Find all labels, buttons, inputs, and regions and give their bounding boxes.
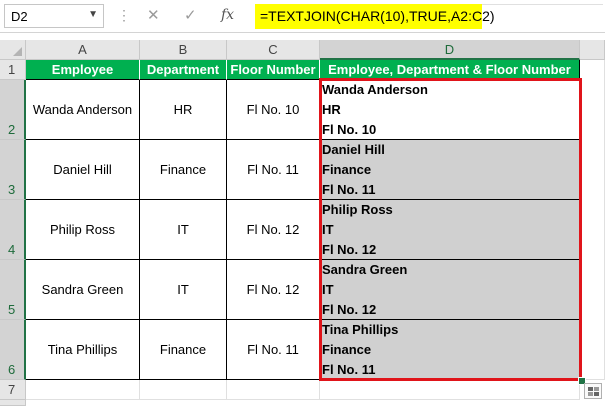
row-header-5[interactable]: 5 [0, 260, 26, 320]
cell-floor[interactable]: Fl No. 11 [227, 320, 320, 380]
header-floor-number[interactable]: Floor Number [227, 60, 320, 80]
combined-line: IT [322, 282, 334, 297]
row-number: 1 [8, 62, 16, 77]
row-header-7[interactable]: 7 [0, 380, 26, 400]
combined-line: Finance [322, 342, 372, 357]
formula-bar: D2 ▼ ⋮ ✕ ✓ fx =TEXTJOIN(CHAR(10),TRUE,A2… [0, 0, 605, 33]
cell-department[interactable]: HR [140, 80, 227, 140]
row-header-8[interactable] [0, 400, 26, 406]
combined-line: Tina Phillips [322, 322, 399, 337]
cell-department[interactable]: IT [140, 260, 227, 320]
cell-employee[interactable]: Wanda Anderson [26, 80, 140, 140]
cell-department[interactable]: Finance [140, 320, 227, 380]
row-header-2[interactable]: 2 [0, 80, 26, 140]
combined-line: IT [322, 222, 334, 237]
combined-line: Fl No. 11 [322, 362, 376, 377]
enter-icon[interactable]: ✓ [184, 6, 197, 24]
row-number: 6 [8, 362, 16, 377]
empty-cell[interactable] [320, 380, 580, 400]
name-box[interactable]: D2 ▼ [4, 4, 104, 28]
row-header-4[interactable]: 4 [0, 200, 26, 260]
combined-line: Philip Ross [322, 202, 393, 217]
chevron-down-icon[interactable]: ▼ [88, 9, 98, 20]
combined-line: Daniel Hill [322, 142, 385, 157]
row-number: 4 [8, 242, 16, 257]
cell-employee[interactable]: Philip Ross [26, 200, 140, 260]
combined-line: Fl No. 10 [322, 122, 377, 137]
cell-floor[interactable]: Fl No. 11 [227, 140, 320, 200]
formula-input-extension[interactable] [482, 4, 603, 30]
combined-line: Fl No. 12 [322, 302, 377, 317]
combined-line: Sandra Green [322, 262, 408, 277]
cell-floor[interactable]: Fl No. 12 [227, 260, 320, 320]
row-number: 5 [8, 302, 16, 317]
cell-combined[interactable]: Daniel Hill Finance Fl No. 11 [320, 140, 580, 200]
combined-line: Fl No. 11 [322, 182, 376, 197]
row-number: 2 [8, 122, 16, 137]
empty-cell[interactable] [140, 380, 227, 400]
column-header-d[interactable]: D [320, 40, 580, 60]
cell-combined[interactable]: Tina Phillips Finance Fl No. 11 [320, 320, 580, 380]
header-employee[interactable]: Employee [26, 60, 140, 80]
cell-combined[interactable]: Wanda Anderson HR Fl No. 10 [320, 80, 580, 140]
column-header-c[interactable]: C [227, 40, 320, 60]
cell-combined[interactable]: Sandra Green IT Fl No. 12 [320, 260, 580, 320]
cell-employee[interactable]: Sandra Green [26, 260, 140, 320]
row-number: 7 [8, 382, 16, 397]
empty-cell[interactable] [227, 380, 320, 400]
column-header-a[interactable]: A [26, 40, 140, 60]
row-number: 3 [8, 182, 16, 197]
header-combined[interactable]: Employee, Department & Floor Number [320, 60, 580, 80]
cancel-icon[interactable]: ✕ [147, 6, 160, 24]
row-header-1[interactable]: 1 [0, 60, 26, 80]
select-all-triangle-icon [13, 47, 22, 56]
cell-floor[interactable]: Fl No. 10 [227, 80, 320, 140]
row-header-6[interactable]: 6 [0, 320, 26, 380]
header-department[interactable]: Department [140, 60, 227, 80]
combined-line: Finance [322, 162, 372, 177]
formula-input[interactable]: =TEXTJOIN(CHAR(10),TRUE,A2:C2) [255, 4, 495, 29]
name-box-value: D2 [11, 9, 28, 24]
combined-line: HR [322, 102, 341, 117]
drag-handle-icon[interactable]: ⋮ [117, 7, 131, 24]
empty-cell[interactable] [26, 380, 140, 400]
cell-department[interactable]: Finance [140, 140, 227, 200]
column-header-b[interactable]: B [140, 40, 227, 60]
empty-cells[interactable] [580, 60, 605, 380]
quick-analysis-icon[interactable] [584, 383, 602, 399]
insert-function-icon[interactable]: fx [221, 7, 234, 23]
combined-line: Wanda Anderson [322, 82, 428, 97]
cell-combined[interactable]: Philip Ross IT Fl No. 12 [320, 200, 580, 260]
column-header-e[interactable] [580, 40, 605, 60]
select-all-button[interactable] [0, 40, 26, 60]
cell-employee[interactable]: Tina Phillips [26, 320, 140, 380]
cell-employee[interactable]: Daniel Hill [26, 140, 140, 200]
cell-floor[interactable]: Fl No. 12 [227, 200, 320, 260]
row-header-3[interactable]: 3 [0, 140, 26, 200]
cell-department[interactable]: IT [140, 200, 227, 260]
combined-line: Fl No. 12 [322, 242, 377, 257]
